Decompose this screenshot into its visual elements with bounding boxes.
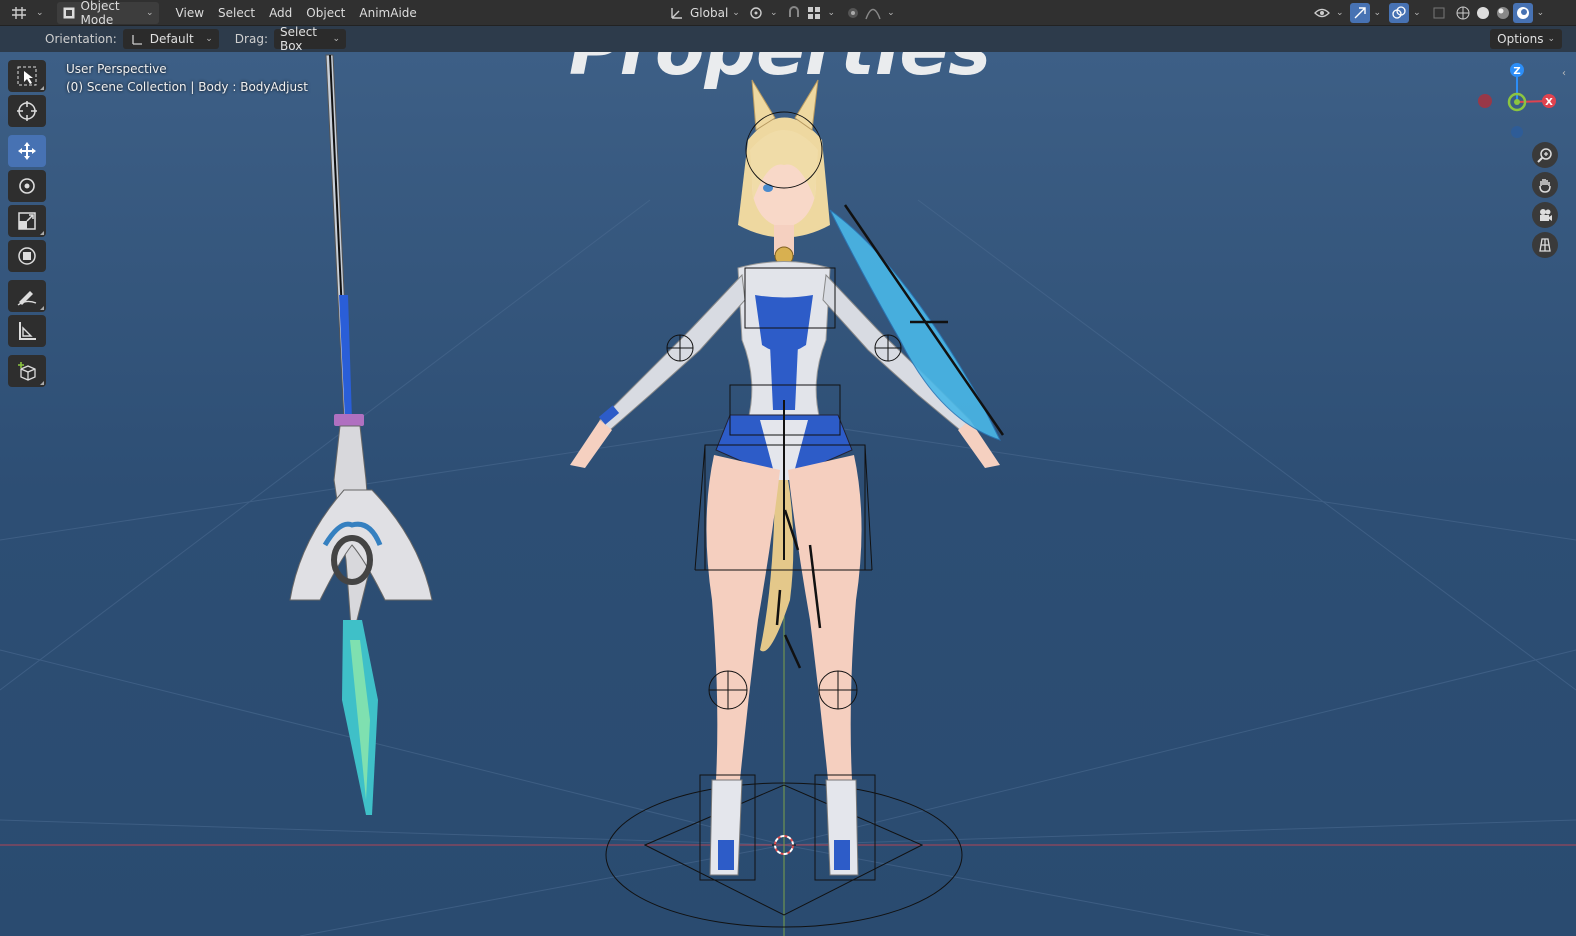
transform-tool[interactable]: [8, 240, 46, 272]
menu-object[interactable]: Object: [299, 2, 352, 24]
drag-dropdown[interactable]: Select Box ⌄: [273, 25, 346, 53]
orientation-label: Global: [690, 5, 729, 20]
sidebar-toggle-icon[interactable]: ‹: [1562, 68, 1572, 84]
add-cube-icon: [18, 362, 36, 381]
cursor-tool[interactable]: [8, 95, 46, 127]
menu-add[interactable]: Add: [262, 2, 299, 24]
grid-icon: [11, 5, 27, 21]
annotate-tool[interactable]: [8, 280, 46, 312]
xray-icon[interactable]: [1429, 3, 1449, 23]
shading-material-icon[interactable]: [1493, 3, 1513, 23]
rotate-tool[interactable]: [8, 170, 46, 202]
annotate-icon: [17, 291, 37, 306]
shading-solid-icon[interactable]: [1473, 3, 1493, 23]
transform-icon: [18, 247, 36, 265]
orientation-label: Orientation:: [45, 32, 117, 46]
ortho-toggle-button[interactable]: [1532, 232, 1558, 258]
measure-tool[interactable]: [8, 315, 46, 347]
orientation-value: Default: [149, 32, 194, 46]
scene-canvas: Properties: [0, 52, 1576, 936]
gizmo-neg-x[interactable]: [1478, 94, 1492, 108]
editor-type-button[interactable]: ⌄: [6, 2, 49, 24]
orientation-icon: [669, 5, 685, 21]
menu-animaide[interactable]: AnimAide: [352, 2, 423, 24]
perspective-label: User Perspective: [66, 62, 167, 76]
zoom-icon: [1537, 148, 1552, 163]
select-box-icon: [17, 66, 37, 86]
gizmo-z-label: Z: [1513, 66, 1520, 77]
viewport-display-group: ⌄ ⌄ ⌄ ⌄: [1312, 2, 1544, 23]
tool-settings-bar: Orientation: Default ⌄ Drag: Select Box …: [0, 25, 1576, 53]
rotate-icon: [19, 178, 35, 194]
hand-icon: [1539, 179, 1551, 193]
orientation-axes-icon: [129, 31, 145, 47]
visibility-icon[interactable]: [1312, 3, 1332, 23]
pivot-snap-group: ⌄ ⌄ ⌄: [746, 3, 895, 23]
menu-select[interactable]: Select: [211, 2, 262, 24]
transform-orientation-dropdown[interactable]: Global ⌄: [664, 2, 746, 24]
cursor-icon: [17, 101, 37, 121]
snap-increment-icon[interactable]: [804, 3, 824, 23]
add-cube-tool[interactable]: [8, 355, 46, 387]
navigation-gizmo[interactable]: Z X: [1476, 56, 1562, 148]
mode-dropdown[interactable]: Object Mode ⌄: [56, 0, 159, 27]
menu-view[interactable]: View: [169, 2, 211, 24]
3d-viewport[interactable]: Properties: [0, 52, 1576, 936]
proportional-edit-icon[interactable]: [843, 3, 863, 23]
camera-view-button[interactable]: [1532, 202, 1558, 228]
options-label: Options: [1497, 32, 1544, 46]
camera-icon: [1540, 209, 1552, 221]
scale-icon: [18, 212, 36, 230]
orientation-dropdown[interactable]: Default ⌄: [122, 29, 219, 49]
falloff-icon[interactable]: [863, 3, 883, 23]
select-box-tool[interactable]: [8, 60, 46, 92]
shading-wireframe-icon[interactable]: [1453, 3, 1473, 23]
grid-view-icon: [1539, 238, 1551, 252]
drag-value: Select Box: [279, 25, 318, 53]
gizmo-toggle-icon[interactable]: [1349, 2, 1370, 23]
collection-label: (0) Scene Collection | Body : BodyAdjust: [66, 80, 309, 94]
overlay-title: Properties: [569, 52, 991, 91]
3d-viewport-header: ⌄ Object Mode ⌄ View Select Add Object A…: [0, 0, 1576, 27]
zoom-button[interactable]: [1532, 142, 1558, 168]
scale-tool[interactable]: [8, 205, 46, 237]
measure-icon: [19, 322, 36, 340]
object-mode-icon: [62, 5, 76, 21]
viewport-info: User Perspective (0) Scene Collection | …: [66, 60, 308, 96]
pan-button[interactable]: [1532, 172, 1558, 198]
overlays-icon[interactable]: [1389, 2, 1410, 23]
gizmo-x-label: X: [1545, 97, 1553, 108]
drag-label: Drag:: [234, 32, 268, 46]
pivot-icon[interactable]: [746, 3, 766, 23]
options-button[interactable]: Options ⌄: [1490, 29, 1562, 49]
mode-label: Object Mode: [80, 0, 120, 27]
gizmo-neg-z[interactable]: [1511, 126, 1523, 138]
shading-rendered-icon[interactable]: [1512, 2, 1533, 23]
snap-icon[interactable]: [784, 3, 804, 23]
sword-object[interactable]: [289, 54, 433, 815]
tool-shelf: [8, 60, 50, 390]
move-icon: [18, 142, 36, 160]
move-tool[interactable]: [8, 135, 46, 167]
